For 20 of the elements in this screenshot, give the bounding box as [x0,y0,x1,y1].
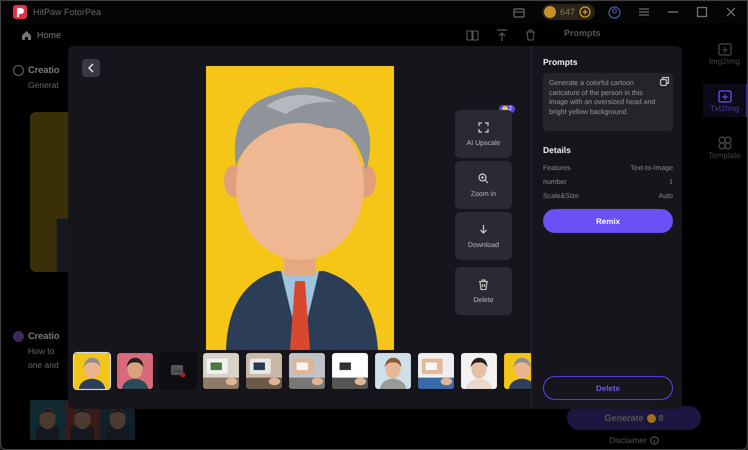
panel-title: Prompts [564,28,602,38]
sidebar-tab[interactable]: Img2Img [703,37,747,70]
section-text: How to [28,346,56,356]
section-text: one and [28,360,60,370]
sidebar-tab[interactable]: Template [703,131,747,164]
section-title: Creatio [28,331,60,342]
app-title: HitPaw FotorPea [33,7,102,17]
delete-button[interactable]: Delete [543,376,673,400]
generate-label: Generate [604,413,644,423]
generate-cost: 8 [658,413,664,423]
sidebar-tab[interactable]: Txt2Img [703,84,747,117]
coin-balance[interactable]: 647 [542,4,595,20]
home-label: Home [37,30,62,40]
details-heading: Details [543,145,572,155]
home-tab[interactable]: Home [21,30,62,40]
remix-button[interactable]: Remix [543,209,673,233]
section-title: Creatio [28,65,60,76]
prompts-heading: Prompts [543,57,578,67]
disclaimer-link[interactable]: Disclaimer [609,436,647,445]
coin-count: 647 [560,7,575,17]
